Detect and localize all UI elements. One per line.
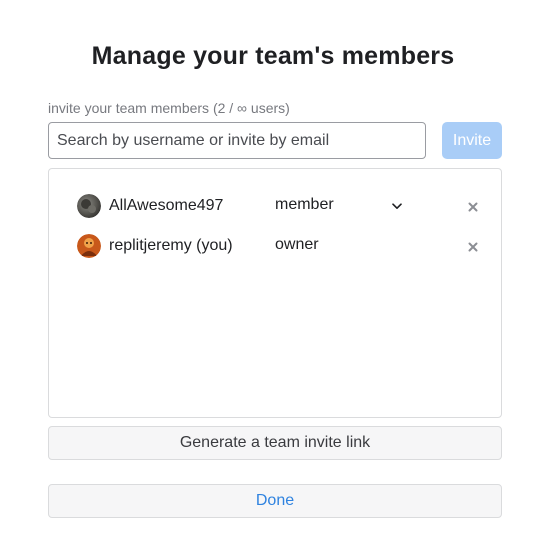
manage-members-dialog: Manage your team's members invite your t… bbox=[0, 0, 546, 560]
member-role: member bbox=[275, 196, 334, 213]
user-avatar-icon bbox=[77, 194, 101, 218]
invite-label: invite your team members (2 / ∞ users) bbox=[48, 100, 290, 116]
done-button[interactable]: Done bbox=[48, 484, 502, 518]
invite-button[interactable]: Invite bbox=[442, 122, 502, 159]
member-row: replitjeremy (you) owner bbox=[49, 231, 501, 261]
search-input[interactable] bbox=[48, 122, 426, 159]
role-select[interactable]: member bbox=[267, 191, 409, 221]
chevron-down-icon bbox=[392, 203, 402, 209]
member-row: AllAwesome497 member bbox=[49, 191, 501, 221]
close-icon[interactable] bbox=[465, 239, 481, 255]
member-name: AllAwesome497 bbox=[109, 197, 224, 214]
member-role: owner bbox=[275, 236, 319, 253]
generate-invite-link-button[interactable]: Generate a team invite link bbox=[48, 426, 502, 460]
members-list: AllAwesome497 member replitjeremy (you) … bbox=[48, 168, 502, 418]
member-name: replitjeremy (you) bbox=[109, 237, 233, 254]
close-icon[interactable] bbox=[465, 199, 481, 215]
user-avatar-icon bbox=[77, 234, 101, 258]
dialog-title: Manage your team's members bbox=[91, 42, 455, 70]
